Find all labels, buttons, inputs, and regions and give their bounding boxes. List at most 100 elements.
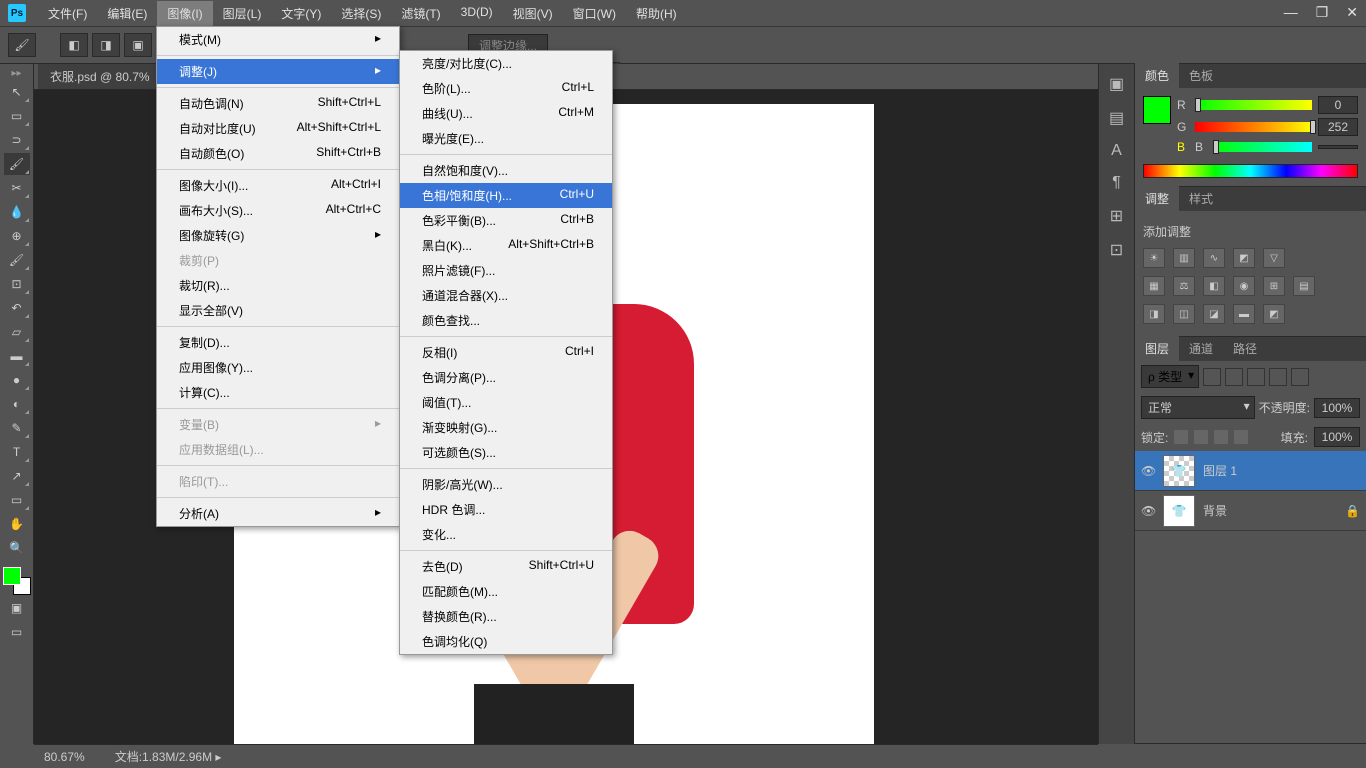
hand-tool[interactable]: ✋ <box>4 513 30 535</box>
menu-item[interactable]: 黑白(K)...Alt+Shift+Ctrl+B <box>400 233 612 258</box>
paragraph-icon[interactable]: ¶ <box>1112 174 1121 192</box>
menu-item[interactable]: 自然饱和度(V)... <box>400 158 612 183</box>
menu-item[interactable]: 匹配颜色(M)... <box>400 579 612 604</box>
menu-item[interactable]: 应用图像(Y)... <box>157 355 399 380</box>
menu-item[interactable]: 曝光度(E)... <box>400 126 612 151</box>
stamp-tool[interactable]: ⊡ <box>4 273 30 295</box>
menu-2[interactable]: 图像(I) <box>157 1 212 26</box>
eyedropper-tool[interactable]: 💧 <box>4 201 30 223</box>
menu-item[interactable]: 阈值(T)... <box>400 390 612 415</box>
menu-5[interactable]: 选择(S) <box>331 1 391 26</box>
menu-6[interactable]: 滤镜(T) <box>391 1 450 26</box>
adj-bw-icon[interactable]: ◧ <box>1203 276 1225 296</box>
close-icon[interactable]: ✕ <box>1346 4 1358 21</box>
path-tool[interactable]: ↗ <box>4 465 30 487</box>
menu-item[interactable]: 反相(I)Ctrl+I <box>400 340 612 365</box>
adj-posterize-icon[interactable]: ◫ <box>1173 304 1195 324</box>
history-brush-tool[interactable]: ↶ <box>4 297 30 319</box>
menu-item[interactable]: 色调分离(P)... <box>400 365 612 390</box>
character-icon[interactable]: A <box>1111 142 1122 160</box>
adj-curves-icon[interactable]: ∿ <box>1203 248 1225 268</box>
menu-item[interactable]: 渐变映射(G)... <box>400 415 612 440</box>
spectrum-bar[interactable] <box>1143 164 1358 178</box>
adj-brightness-icon[interactable]: ☀ <box>1143 248 1165 268</box>
marquee-tool[interactable]: ▭ <box>4 105 30 127</box>
menu-item[interactable]: 自动对比度(U)Alt+Shift+Ctrl+L <box>157 116 399 141</box>
menu-item[interactable]: 色彩平衡(B)...Ctrl+B <box>400 208 612 233</box>
menu-0[interactable]: 文件(F) <box>38 1 97 26</box>
layer-thumbnail[interactable]: 👕 <box>1163 495 1195 527</box>
screen-mode-toggle[interactable]: ▭ <box>4 621 30 643</box>
menu-item[interactable]: 替换颜色(R)... <box>400 604 612 629</box>
b-value[interactable] <box>1318 145 1358 149</box>
layer-filter-select[interactable]: ρ 类型 <box>1141 365 1199 388</box>
brushes-icon[interactable]: ⊞ <box>1110 206 1123 226</box>
tab-swatches[interactable]: 色板 <box>1179 63 1223 88</box>
adj-levels-icon[interactable]: ▥ <box>1173 248 1195 268</box>
adj-hue-icon[interactable]: ▦ <box>1143 276 1165 296</box>
adj-threshold-icon[interactable]: ◪ <box>1203 304 1225 324</box>
g-value[interactable]: 252 <box>1318 118 1358 136</box>
menu-item[interactable]: 计算(C)... <box>157 380 399 405</box>
menu-item[interactable]: 图像旋转(G) <box>157 223 399 248</box>
menu-item[interactable]: 模式(M) <box>157 27 399 52</box>
maximize-icon[interactable]: ❐ <box>1316 4 1329 21</box>
fill-input[interactable]: 100% <box>1314 427 1360 447</box>
opacity-input[interactable]: 100% <box>1314 398 1360 418</box>
b-slider[interactable] <box>1213 142 1312 152</box>
menu-item[interactable]: 阴影/高光(W)... <box>400 472 612 497</box>
heal-tool[interactable]: ⊕ <box>4 225 30 247</box>
lock-transparency-icon[interactable] <box>1174 430 1188 444</box>
blend-mode-select[interactable]: 正常 <box>1141 396 1255 419</box>
move-tool[interactable]: ↖ <box>4 81 30 103</box>
menu-item[interactable]: 色调均化(Q) <box>400 629 612 654</box>
dodge-tool[interactable]: ◐ <box>4 393 30 415</box>
menu-1[interactable]: 编辑(E) <box>97 1 157 26</box>
color-swatch[interactable] <box>3 567 31 595</box>
menu-item[interactable]: 可选颜色(S)... <box>400 440 612 465</box>
gradient-tool[interactable]: ▬ <box>4 345 30 367</box>
menu-item[interactable]: 分析(A) <box>157 501 399 526</box>
menu-item[interactable]: 画布大小(S)...Alt+Ctrl+C <box>157 198 399 223</box>
visibility-icon[interactable]: 👁 <box>1141 504 1155 518</box>
r-value[interactable]: 0 <box>1318 96 1358 114</box>
layer-row[interactable]: 👁👕图层 1 <box>1135 451 1366 491</box>
r-slider[interactable] <box>1195 100 1312 110</box>
tab-styles[interactable]: 样式 <box>1179 186 1223 211</box>
option-btn-1[interactable]: ◧ <box>60 33 88 57</box>
panel-color-swatch[interactable] <box>1143 96 1171 124</box>
tab-adjustments[interactable]: 调整 <box>1135 186 1179 211</box>
menu-item[interactable]: 自动色调(N)Shift+Ctrl+L <box>157 91 399 116</box>
menu-item[interactable]: 裁切(R)... <box>157 273 399 298</box>
tool-preset-button[interactable]: 🖌 <box>8 33 36 57</box>
lasso-tool[interactable]: ⊃ <box>4 129 30 151</box>
menu-item[interactable]: 色相/饱和度(H)...Ctrl+U <box>400 183 612 208</box>
menu-item[interactable]: 去色(D)Shift+Ctrl+U <box>400 554 612 579</box>
type-tool[interactable]: T <box>4 441 30 463</box>
filter-type-icon[interactable] <box>1247 368 1265 386</box>
filter-adjust-icon[interactable] <box>1225 368 1243 386</box>
adj-vibrance-icon[interactable]: ▽ <box>1263 248 1285 268</box>
option-btn-3[interactable]: ▣ <box>124 33 152 57</box>
layer-thumbnail[interactable]: 👕 <box>1163 455 1195 487</box>
doc-info[interactable]: 文档:1.83M/2.96M ▸ <box>115 748 222 765</box>
menu-9[interactable]: 窗口(W) <box>563 1 626 26</box>
foreground-color[interactable] <box>3 567 21 585</box>
clone-icon[interactable]: ⊡ <box>1110 240 1123 260</box>
menu-item[interactable]: 调整(J) <box>157 59 399 84</box>
menu-item[interactable]: 变化... <box>400 522 612 547</box>
g-slider[interactable] <box>1195 122 1312 132</box>
properties-icon[interactable]: ▤ <box>1109 108 1124 128</box>
adj-mixer-icon[interactable]: ⊞ <box>1263 276 1285 296</box>
menu-item[interactable]: 色阶(L)...Ctrl+L <box>400 76 612 101</box>
zoom-level[interactable]: 80.67% <box>44 750 85 764</box>
adj-selective-icon[interactable]: ◩ <box>1263 304 1285 324</box>
lock-all-icon[interactable] <box>1234 430 1248 444</box>
zoom-tool[interactable]: 🔍 <box>4 537 30 559</box>
menu-8[interactable]: 视图(V) <box>503 1 563 26</box>
menu-item[interactable]: 自动颜色(O)Shift+Ctrl+B <box>157 141 399 166</box>
option-btn-2[interactable]: ◨ <box>92 33 120 57</box>
menu-item[interactable]: 显示全部(V) <box>157 298 399 323</box>
eraser-tool[interactable]: ▱ <box>4 321 30 343</box>
filter-smart-icon[interactable] <box>1291 368 1309 386</box>
